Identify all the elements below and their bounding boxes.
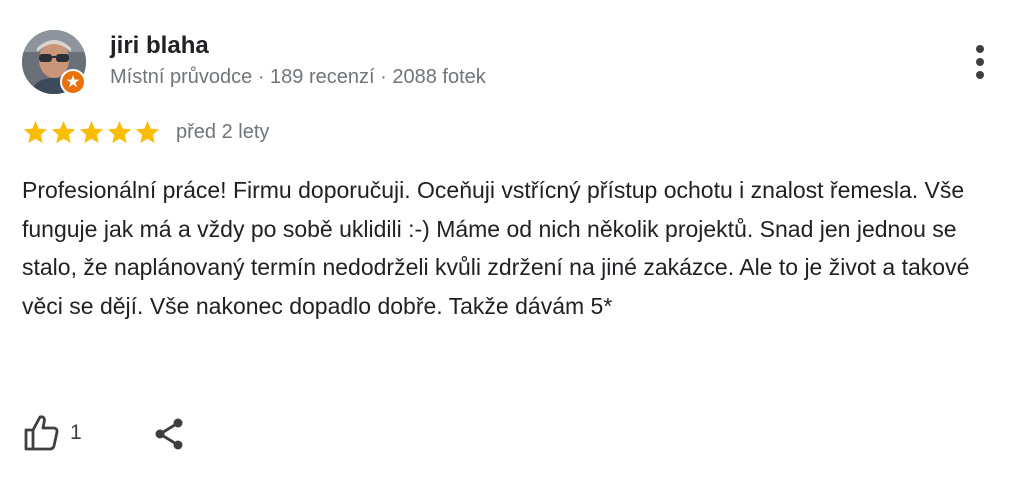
local-guide-badge-icon [60,69,86,95]
star-icon [106,119,133,146]
share-icon [155,418,183,450]
rating-row: před 2 lety [22,118,269,146]
like-count: 1 [70,421,82,444]
review-time: před 2 lety [176,121,270,143]
star-rating [22,119,162,146]
star-icon [134,119,161,146]
review-card: jiri blaha Místní průvodce · 189 recenzí… [0,0,1012,486]
more-vert-icon [976,45,984,79]
review-text: Profesionální práce! Firmu doporučuji. O… [22,177,970,319]
author-meta[interactable]: Místní průvodce · 189 recenzí · 2088 fot… [110,64,486,90]
more-options-button[interactable] [964,40,996,84]
star-icon [78,119,105,146]
star-icon [50,119,77,146]
share-button[interactable] [150,414,190,454]
thumb-up-icon [24,415,59,451]
star-icon [22,119,49,146]
like-button[interactable]: 1 [22,410,82,456]
author-name[interactable]: jiri blaha [110,32,209,60]
